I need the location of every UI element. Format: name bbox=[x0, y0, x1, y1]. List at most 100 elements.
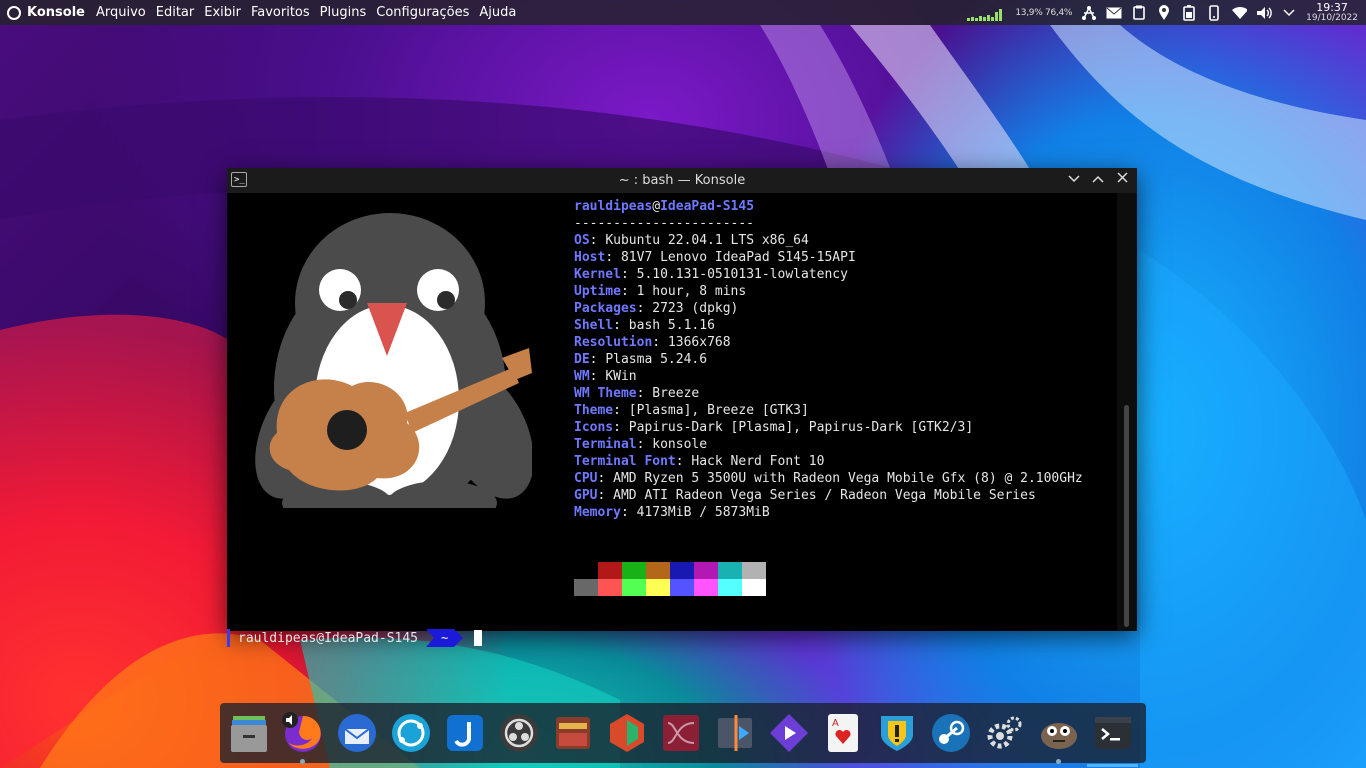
info-colon: : bbox=[613, 318, 629, 333]
palette-swatch-light bbox=[646, 579, 670, 596]
info-colon: : bbox=[636, 301, 653, 316]
media-player-icon[interactable] bbox=[767, 712, 810, 755]
info-line: GPU: AMD ATI Radeon Vega Series / Radeon… bbox=[574, 487, 1083, 504]
info-line: Host: 81V7 Lenovo IdeaPad S145-15API bbox=[574, 249, 1083, 266]
separator-line: ----------------------- bbox=[574, 216, 755, 231]
konsole-icon[interactable] bbox=[1087, 712, 1138, 767]
joplin-icon[interactable] bbox=[443, 712, 486, 755]
info-value: Plasma 5.24.6 bbox=[605, 352, 708, 367]
prompt-cwd: ~ bbox=[441, 631, 449, 645]
info-colon: : bbox=[620, 284, 637, 299]
info-line: Packages: 2723 (dpkg) bbox=[574, 300, 1083, 317]
neofetch-info: rauldipeas@IdeaPad-S145 ----------------… bbox=[574, 198, 1083, 521]
expand-tray-icon[interactable] bbox=[1281, 5, 1297, 21]
info-colon: : bbox=[597, 471, 614, 486]
obs-icon[interactable] bbox=[497, 712, 540, 755]
maximize-button[interactable] bbox=[1091, 171, 1105, 187]
video-editor-icon[interactable] bbox=[713, 712, 756, 755]
info-key: Uptime bbox=[574, 284, 621, 299]
info-line: Theme: [Plasma], Breeze [GTK3] bbox=[574, 402, 1083, 419]
terminal-area[interactable]: rauldipeas@IdeaPad-S145 ----------------… bbox=[227, 193, 1115, 647]
info-value: 4173MiB / 5873MiB bbox=[636, 505, 770, 520]
info-line: Icons: Papirus-Dark [Plasma], Papirus-Da… bbox=[574, 419, 1083, 436]
mail-icon[interactable] bbox=[1106, 5, 1122, 21]
palette-swatch-dark bbox=[646, 562, 670, 579]
menu-arquivo[interactable]: Arquivo bbox=[96, 5, 146, 20]
location-icon[interactable] bbox=[1156, 4, 1172, 21]
info-key: Packages bbox=[574, 301, 637, 316]
palette-swatch-dark bbox=[574, 562, 598, 579]
palette-swatch-dark bbox=[622, 562, 646, 579]
steam-icon[interactable] bbox=[929, 712, 972, 755]
info-value: KWin bbox=[605, 369, 637, 384]
info-line: Terminal: konsole bbox=[574, 436, 1083, 453]
info-colon: : bbox=[597, 488, 614, 503]
info-line: Shell: bash 5.1.16 bbox=[574, 317, 1083, 334]
terminal-icon[interactable]: >_ bbox=[231, 172, 247, 187]
close-button[interactable] bbox=[1115, 171, 1129, 187]
info-key: Icons bbox=[574, 420, 614, 435]
info-value: Hack Nerd Font 10 bbox=[691, 454, 825, 469]
audio-editor-icon[interactable] bbox=[659, 712, 702, 755]
info-value: Kubuntu 22.04.1 LTS x86_64 bbox=[605, 233, 809, 248]
info-key: DE bbox=[574, 352, 590, 367]
at-sign: @ bbox=[652, 199, 661, 214]
menu-plugins[interactable]: Plugins bbox=[320, 5, 367, 20]
color-palette bbox=[574, 562, 766, 596]
scrollbar-thumb[interactable] bbox=[1124, 405, 1129, 627]
volume-icon[interactable] bbox=[1256, 5, 1272, 21]
palette-swatch-dark bbox=[742, 562, 766, 579]
settings-icon[interactable] bbox=[983, 712, 1026, 755]
palette-light-row bbox=[574, 579, 766, 596]
terminal-scrollbar[interactable] bbox=[1117, 193, 1137, 631]
info-colon: : bbox=[620, 267, 637, 282]
info-value: 81V7 Lenovo IdeaPad S145-15API bbox=[620, 250, 856, 265]
system-monitor-graph[interactable] bbox=[967, 5, 1003, 21]
firefox-icon[interactable] bbox=[281, 712, 324, 764]
cards-icon[interactable]: A bbox=[821, 712, 864, 755]
system-tray: 13,9% 76,4% 19:37 19/10/2022 bbox=[967, 0, 1358, 25]
info-colon: : bbox=[613, 420, 629, 435]
menu-ajuda[interactable]: Ajuda bbox=[479, 5, 516, 20]
alert-shield-icon[interactable] bbox=[875, 712, 918, 755]
info-colon: : bbox=[613, 403, 629, 418]
palette-swatch-light bbox=[622, 579, 646, 596]
thunderbird-icon[interactable] bbox=[335, 712, 378, 755]
info-colon: : bbox=[589, 369, 606, 384]
konsole-window: >_ ~ : bash — Konsole rauldipeas@IdeaPad… bbox=[227, 168, 1137, 647]
penguin-guitar-logo bbox=[255, 213, 532, 508]
active-app-name[interactable]: Konsole bbox=[27, 5, 85, 20]
clock-time: 19:37 bbox=[1316, 0, 1348, 14]
info-value: Breeze bbox=[652, 386, 700, 401]
palette-swatch-light bbox=[718, 579, 742, 596]
info-line: WM: KWin bbox=[574, 368, 1083, 385]
info-value: 5.10.131-0510131-lowlatency bbox=[636, 267, 848, 282]
gpu-viewer-icon[interactable] bbox=[551, 712, 594, 755]
wifi-icon[interactable] bbox=[1231, 5, 1248, 21]
reaper-icon[interactable] bbox=[605, 712, 648, 755]
clock-date: 19/10/2022 bbox=[1306, 12, 1358, 23]
network-graph-icon[interactable] bbox=[1081, 5, 1097, 21]
shell-prompt: rauldipeas@IdeaPad-S145 ~ bbox=[227, 628, 483, 648]
menu-configuracoes[interactable]: Configurações bbox=[376, 5, 469, 20]
window-titlebar[interactable]: >_ ~ : bash — Konsole bbox=[227, 168, 1137, 193]
cpu-ram-usage[interactable]: 13,9% 76,4% bbox=[1015, 8, 1072, 18]
digital-clock[interactable]: 19:37 19/10/2022 bbox=[1306, 0, 1358, 23]
info-key: WM Theme bbox=[574, 386, 637, 401]
network-icon[interactable] bbox=[389, 712, 432, 755]
clipboard-icon[interactable] bbox=[1131, 5, 1147, 21]
palette-swatch-dark bbox=[598, 562, 622, 579]
files-icon[interactable] bbox=[227, 712, 270, 755]
menu-exibir[interactable]: Exibir bbox=[204, 5, 241, 20]
minimize-button[interactable] bbox=[1067, 171, 1081, 187]
menu-favoritos[interactable]: Favoritos bbox=[251, 5, 310, 20]
gimp-icon[interactable] bbox=[1037, 712, 1080, 764]
palette-dark-row bbox=[574, 562, 766, 579]
menu-editar[interactable]: Editar bbox=[156, 5, 195, 20]
app-launcher-icon[interactable] bbox=[7, 5, 21, 20]
info-line: CPU: AMD Ryzen 5 3500U with Radeon Vega … bbox=[574, 470, 1083, 487]
palette-swatch-light bbox=[742, 579, 766, 596]
info-key: Terminal Font bbox=[574, 454, 676, 469]
battery-icon[interactable] bbox=[1181, 4, 1197, 21]
phone-icon[interactable] bbox=[1206, 4, 1222, 21]
